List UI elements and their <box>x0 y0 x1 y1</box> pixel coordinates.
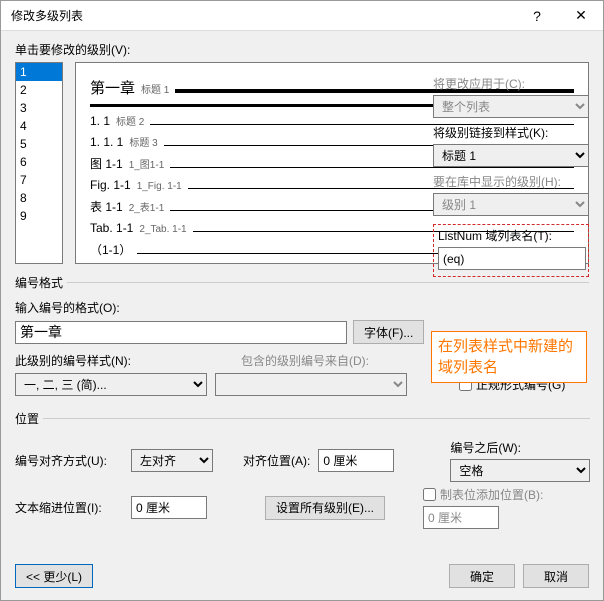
ok-button[interactable]: 确定 <box>449 564 515 588</box>
set-all-levels-button[interactable]: 设置所有级别(E)... <box>265 496 385 520</box>
position-legend: 位置 <box>15 410 43 427</box>
level-item[interactable]: 6 <box>16 153 62 171</box>
include-select[interactable] <box>215 373 407 396</box>
format-input[interactable] <box>15 321 347 344</box>
font-button[interactable]: 字体(F)... <box>353 320 424 344</box>
level-item[interactable]: 2 <box>16 81 62 99</box>
link-style-label: 将级别链接到样式(K): <box>433 124 589 141</box>
listnum-group: ListNum 域列表名(T): <box>433 224 589 277</box>
level-item[interactable]: 1 <box>16 63 62 81</box>
include-label: 包含的级别编号来自(D): <box>241 352 369 369</box>
cancel-button[interactable]: 取消 <box>523 564 589 588</box>
level-item[interactable]: 9 <box>16 207 62 225</box>
follow-label: 编号之后(W): <box>450 439 590 456</box>
less-button[interactable]: << 更少(L) <box>15 564 93 588</box>
numstyle-select[interactable]: 一, 二, 三 (简)... <box>15 373 207 396</box>
align-label: 编号对齐方式(U): <box>15 452 123 469</box>
align-select[interactable]: 左对齐 <box>131 449 213 472</box>
tab-checkbox-wrap[interactable]: 制表位添加位置(B): <box>423 486 543 503</box>
level-item[interactable]: 3 <box>16 99 62 117</box>
tab-label: 制表位添加位置(B): <box>440 486 543 503</box>
indent-input[interactable] <box>131 496 207 519</box>
align-at-input[interactable] <box>318 449 394 472</box>
gallery-select[interactable]: 级别 1 <box>433 193 589 216</box>
gallery-label: 要在库中显示的级别(H): <box>433 173 589 190</box>
link-style-select[interactable]: 标题 1 <box>433 144 589 167</box>
titlebar: 修改多级列表 ? ✕ <box>1 1 603 31</box>
annotation-callout: 在列表样式中新建的域列表名 <box>431 331 587 383</box>
levels-label: 单击要修改的级别(V): <box>15 41 589 58</box>
position-group: 位置 编号对齐方式(U): 左对齐 对齐位置(A): 编号之后(W): 空格 文… <box>15 410 590 533</box>
numstyle-label: 此级别的编号样式(N): <box>15 352 233 369</box>
level-list[interactable]: 123456789 <box>15 62 63 264</box>
tab-input <box>423 506 499 529</box>
align-at-label: 对齐位置(A): <box>243 452 310 469</box>
format-legend: 编号格式 <box>15 274 67 291</box>
level-item[interactable]: 5 <box>16 135 62 153</box>
tab-checkbox[interactable] <box>423 488 436 501</box>
help-icon[interactable]: ? <box>515 1 559 31</box>
indent-label: 文本缩进位置(I): <box>15 499 123 516</box>
apply-to-label: 将更改应用于(C): <box>433 75 589 92</box>
listnum-label: ListNum 域列表名(T): <box>438 227 584 244</box>
apply-to-select[interactable]: 整个列表 <box>433 95 589 118</box>
follow-select[interactable]: 空格 <box>450 459 590 482</box>
level-item[interactable]: 4 <box>16 117 62 135</box>
format-input-label: 输入编号的格式(O): <box>15 299 589 316</box>
level-item[interactable]: 7 <box>16 171 62 189</box>
close-icon[interactable]: ✕ <box>559 1 603 31</box>
level-item[interactable]: 8 <box>16 189 62 207</box>
dialog-title: 修改多级列表 <box>11 7 515 24</box>
listnum-input[interactable] <box>438 247 586 270</box>
